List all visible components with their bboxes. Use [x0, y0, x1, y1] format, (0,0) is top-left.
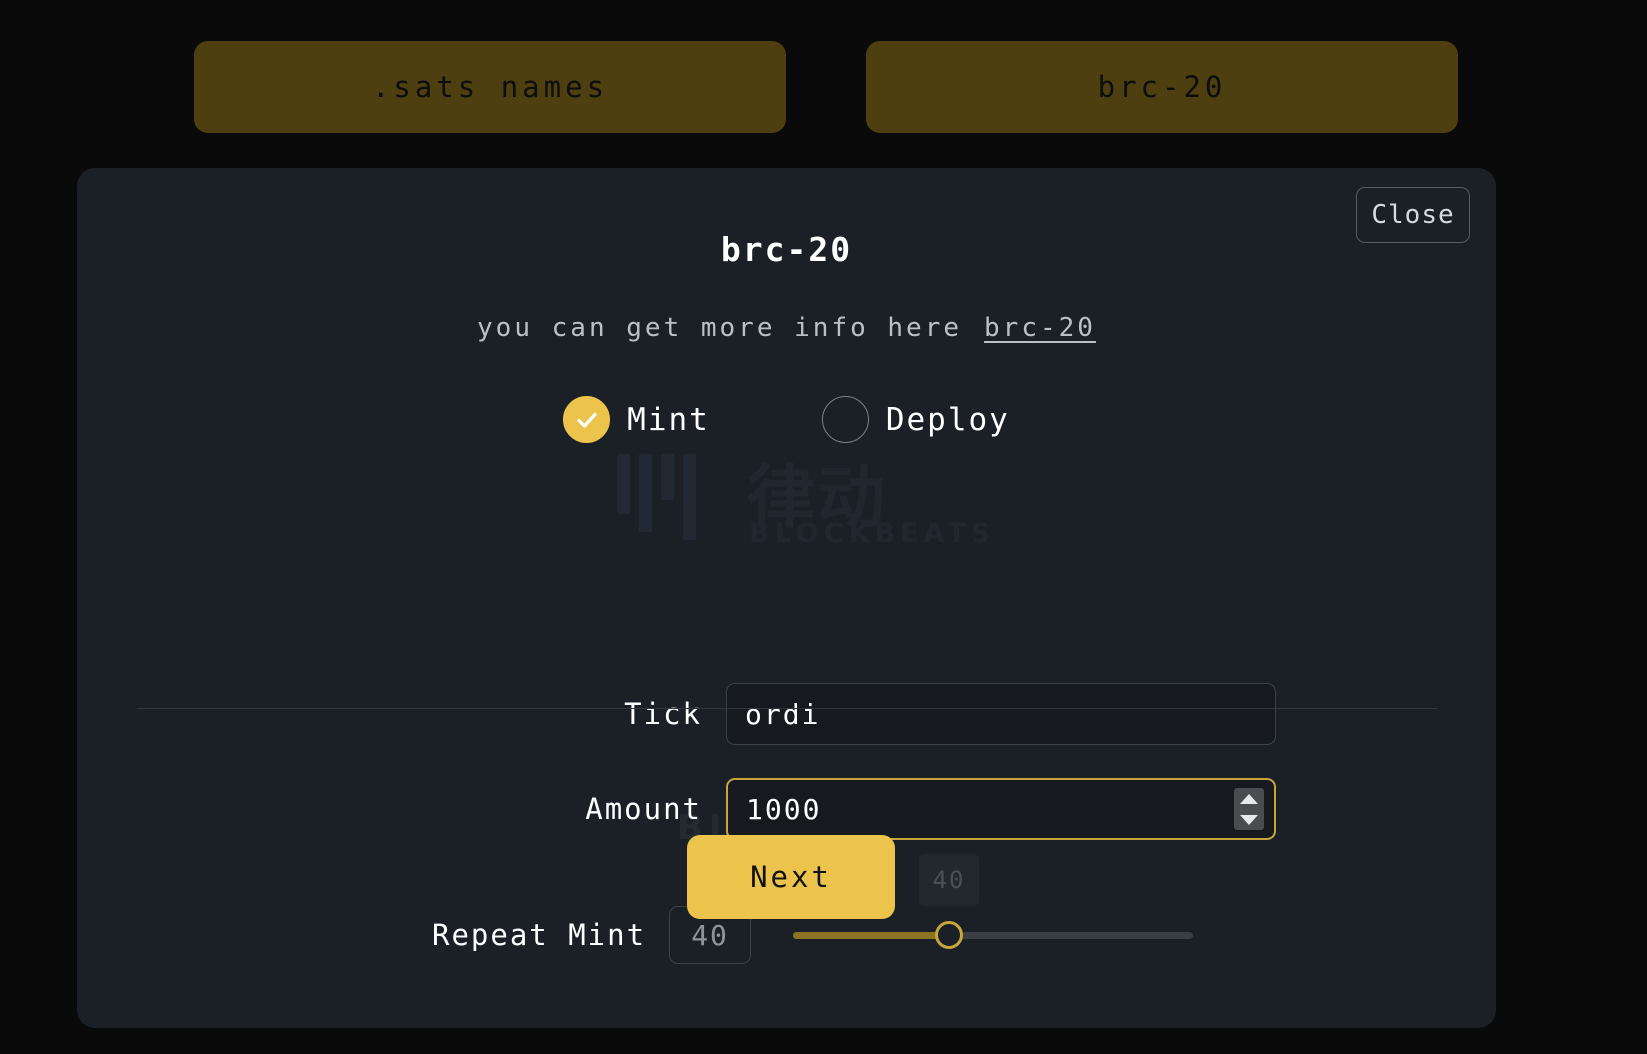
- radio-option-mint-label: Mint: [627, 401, 710, 438]
- modal-title: brc-20: [720, 230, 853, 269]
- tab-bar: .sats names brc-20: [0, 41, 1647, 133]
- slider-fill: [793, 932, 952, 939]
- stepper-down-icon[interactable]: [1240, 814, 1258, 825]
- tick-field-row: Tick: [512, 683, 1276, 745]
- amount-input[interactable]: [726, 778, 1276, 840]
- watermark-bars-icon: [617, 454, 696, 540]
- watermark-brand-text: BLOCKBEATS: [749, 518, 996, 549]
- stepper-up-icon[interactable]: [1240, 793, 1258, 804]
- amount-label: Amount: [585, 792, 702, 826]
- mode-radio-group: Mint Deploy: [77, 396, 1496, 443]
- next-button[interactable]: Next: [687, 835, 895, 919]
- tab-brc-20-label: brc-20: [1097, 70, 1227, 104]
- radio-option-mint[interactable]: Mint: [563, 396, 710, 443]
- slider-thumb[interactable]: [935, 921, 964, 949]
- blockbeats-watermark: 律动 BLOCKBEATS: [617, 448, 990, 558]
- tab-sats-names[interactable]: .sats names: [194, 41, 786, 133]
- tab-sats-names-label: .sats names: [371, 70, 609, 104]
- tick-label: Tick: [624, 697, 702, 731]
- repeat-mint-label: Repeat Mint: [432, 918, 647, 952]
- close-button-label: Close: [1371, 200, 1455, 230]
- amount-input-wrapper: [726, 778, 1276, 840]
- slider-tooltip: 40: [919, 854, 980, 906]
- radio-checked-icon: [563, 396, 611, 443]
- watermark-cjk-text: 律动: [747, 459, 888, 538]
- repeat-mint-slider[interactable]: 40: [793, 854, 1194, 950]
- brc20-info-link[interactable]: brc-20: [984, 313, 1096, 343]
- section-divider: [137, 708, 1437, 709]
- next-button-label: Next: [750, 860, 832, 894]
- info-line-text: you can get more info here: [477, 313, 963, 343]
- brc20-modal: 律动 BLOCKBEATS BLOCKBEATS Close brc-20 yo…: [77, 168, 1496, 1028]
- radio-option-deploy[interactable]: Deploy: [821, 396, 1010, 443]
- tab-brc-20[interactable]: brc-20: [866, 41, 1458, 133]
- radio-option-deploy-label: Deploy: [885, 401, 1010, 438]
- tick-input[interactable]: [726, 683, 1276, 745]
- radio-unchecked-icon: [821, 396, 869, 443]
- amount-field-row: Amount: [512, 778, 1276, 840]
- info-line: you can get more info here brc-20: [77, 313, 1496, 343]
- amount-stepper[interactable]: [1234, 788, 1264, 830]
